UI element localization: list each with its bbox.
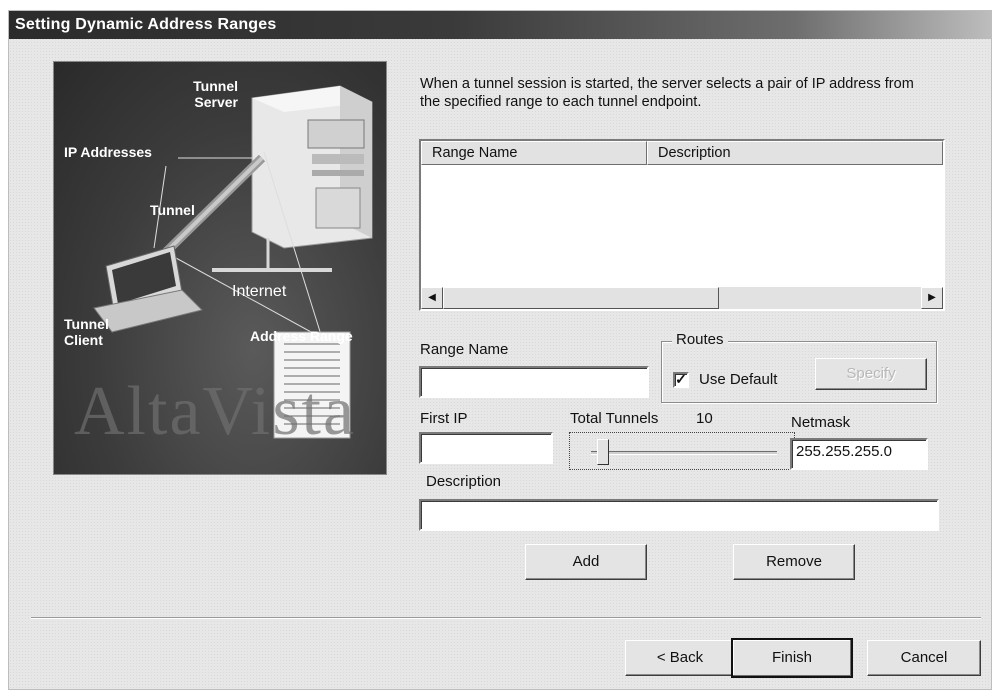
watermark-text: AltaVista	[74, 373, 357, 450]
column-header-range-name[interactable]: Range Name	[421, 141, 647, 165]
label-tunnel-client: Tunnel Client	[64, 316, 109, 348]
label-internet: Internet	[232, 283, 287, 300]
slider-thumb[interactable]	[597, 439, 609, 465]
window-title: Setting Dynamic Address Ranges	[15, 16, 277, 33]
cancel-button[interactable]: Cancel	[867, 640, 981, 676]
finish-button[interactable]: Finish	[731, 638, 853, 678]
network-illustration: AltaVista Tunnel Server IP Addresses Tun…	[53, 61, 387, 475]
range-name-label: Range Name	[420, 341, 509, 358]
remove-button[interactable]: Remove	[733, 544, 855, 580]
netmask-label: Netmask	[791, 414, 851, 431]
range-list-header: Range Name Description	[421, 141, 943, 165]
scrollbar-thumb[interactable]	[443, 287, 719, 309]
slider-track	[591, 451, 777, 455]
netmask-input[interactable]: 255.255.255.0	[790, 438, 928, 470]
total-tunnels-label: Total Tunnels	[570, 410, 659, 427]
use-default-label: Use Default	[699, 371, 778, 388]
description-label: Description	[426, 473, 502, 490]
use-default-checkbox[interactable]: ✓	[673, 372, 689, 388]
add-button[interactable]: Add	[525, 544, 647, 580]
label-ip-addresses: IP Addresses	[64, 144, 152, 160]
label-tunnel-server: Tunnel Server	[193, 78, 238, 110]
label-address-range: Address Range	[250, 328, 353, 344]
first-ip-label: First IP	[420, 410, 468, 427]
first-ip-input[interactable]	[419, 432, 553, 464]
footer-separator	[31, 617, 981, 619]
label-tunnel: Tunnel	[150, 202, 195, 218]
range-list[interactable]: Range Name Description ◀ ▶	[419, 139, 945, 311]
horizontal-scrollbar[interactable]: ◀ ▶	[421, 287, 943, 309]
routes-label: Routes	[672, 331, 728, 348]
intro-text: When a tunnel session is started, the se…	[420, 76, 914, 110]
description-input[interactable]	[419, 499, 939, 531]
scroll-left-arrow-icon[interactable]: ◀	[421, 287, 443, 309]
back-button[interactable]: < Back	[625, 640, 735, 676]
specify-button[interactable]: Specify	[815, 358, 927, 390]
total-tunnels-value: 10	[696, 410, 713, 427]
wizard-window: Setting Dynamic Address Ranges AltaVista…	[8, 10, 992, 690]
scroll-right-arrow-icon[interactable]: ▶	[921, 287, 943, 309]
title-bar: Setting Dynamic Address Ranges	[9, 11, 991, 39]
range-name-input[interactable]	[419, 366, 649, 398]
column-header-description[interactable]: Description	[647, 141, 943, 165]
